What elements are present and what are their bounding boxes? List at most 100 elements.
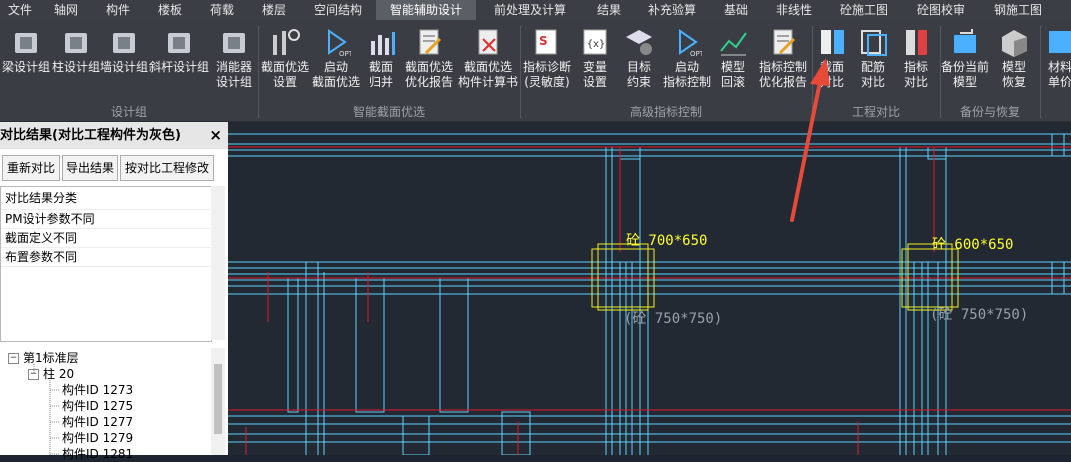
menu-concrete-review[interactable]: 砼图校审 bbox=[902, 0, 980, 20]
tree-leaf-member[interactable]: 构件ID 1279 bbox=[62, 430, 133, 446]
button-label: 柱设计组 bbox=[52, 60, 101, 74]
recompare-button[interactable]: 重新对比 bbox=[2, 155, 60, 181]
category-header: 对比结果分类 bbox=[1, 187, 211, 210]
list-item[interactable]: 布置参数不同 bbox=[1, 248, 211, 267]
column-group-icon bbox=[65, 33, 87, 53]
cad-viewport[interactable]: 砼 700*650 (砼 750*750) 砼 600*650 (砼 750*7… bbox=[228, 122, 1071, 455]
close-icon[interactable]: × bbox=[209, 122, 222, 149]
target-icon bbox=[626, 30, 652, 55]
menu-preprocess[interactable]: 前处理及计算 bbox=[476, 0, 584, 20]
index-compare-icon bbox=[906, 30, 927, 55]
target-constraint-button[interactable]: 目标 约束 bbox=[616, 24, 662, 104]
brace-design-group-button[interactable]: 斜杆设计组 bbox=[148, 24, 210, 104]
button-label: 备份当前 模型 bbox=[940, 60, 989, 89]
optimize-report-button[interactable]: 截面优选 优化报告 bbox=[402, 24, 456, 104]
button-label: 模型 回滚 bbox=[720, 60, 745, 89]
group-label-section-optimize: 智能截面优选 bbox=[352, 105, 425, 119]
compare-result-panel: 对比结果(对比工程构件为灰色) × 重新对比 导出结果 按对比工程修改 对比结果… bbox=[0, 122, 228, 461]
tree-leaf-member[interactable]: 构件ID 1273 bbox=[62, 382, 133, 398]
menu-steel-drawing[interactable]: 钢施工图 bbox=[980, 0, 1056, 20]
button-label: 指标 对比 bbox=[903, 60, 928, 89]
rebar-compare-button[interactable]: 配筋 对比 bbox=[852, 24, 894, 104]
export-results-button[interactable]: 导出结果 bbox=[62, 155, 118, 181]
section-optimize-settings-button[interactable]: 截面优选 设置 bbox=[258, 24, 312, 104]
menu-load[interactable]: 荷载 bbox=[196, 0, 248, 20]
index-diagnose-button[interactable]: S 指标诊断 (灵敏度) bbox=[520, 24, 574, 104]
button-label: 变量 设置 bbox=[582, 60, 607, 89]
beam-design-group-button[interactable]: 梁设计组 bbox=[0, 24, 52, 104]
button-label: 配筋 对比 bbox=[860, 60, 885, 89]
menu-slab[interactable]: 楼板 bbox=[144, 0, 196, 20]
menu-space-structure[interactable]: 空间结构 bbox=[300, 0, 376, 20]
bar-merge-icon bbox=[371, 32, 395, 55]
button-label: 截面优选 设置 bbox=[260, 60, 309, 89]
menu-floor[interactable]: 楼层 bbox=[248, 0, 300, 20]
menu-concrete-drawing[interactable]: 砼施工图 bbox=[826, 0, 902, 20]
svg-text:{x}: {x} bbox=[587, 39, 605, 50]
list-item[interactable]: 截面定义不同 bbox=[1, 229, 211, 248]
member-tree: − 第1标准层 − 柱 20 构件ID 1273 构件ID 1275 构件ID 12… bbox=[0, 348, 210, 461]
brace-group-icon bbox=[168, 33, 190, 53]
button-label: 墙设计组 bbox=[100, 60, 149, 74]
menu-results[interactable]: 结果 bbox=[584, 0, 634, 20]
opt-play-icon: OPT bbox=[328, 29, 351, 57]
opt-play-icon: OPT bbox=[679, 29, 702, 57]
menu-foundation[interactable]: 基础 bbox=[710, 0, 762, 20]
tree-lines bbox=[33, 364, 60, 455]
section-merge-button[interactable]: 截面 归并 bbox=[360, 24, 402, 104]
new-section-label: 砼 700*650 bbox=[626, 233, 708, 249]
start-section-optimize-button[interactable]: OPT 启动 截面优选 bbox=[312, 24, 360, 104]
diagnose-icon: S bbox=[535, 29, 557, 55]
button-label: 启动 指标控制 bbox=[662, 60, 711, 89]
variable-settings-button[interactable]: {x} 变量 设置 bbox=[574, 24, 616, 104]
backup-model-button[interactable]: 备份当前 模型 bbox=[940, 24, 990, 104]
button-label: 截面优选 构件计算书 bbox=[457, 60, 518, 89]
wall-group-icon bbox=[113, 33, 135, 53]
wall-design-group-button[interactable]: 墙设计组 bbox=[100, 24, 148, 104]
member-calc-book-button[interactable]: 截面优选 构件计算书 bbox=[456, 24, 520, 104]
old-section-label: (砼 750*750) bbox=[930, 307, 1029, 323]
model-rollback-button[interactable]: 模型 回滚 bbox=[712, 24, 754, 104]
column-design-group-button[interactable]: 柱设计组 bbox=[52, 24, 100, 104]
button-label: 消能器 设计组 bbox=[215, 60, 252, 89]
tree-leaf-member[interactable]: 构件ID 1281 bbox=[62, 446, 133, 462]
svg-text:OPT: OPT bbox=[690, 50, 702, 57]
category-scrollbar[interactable] bbox=[211, 186, 225, 340]
menu-nonlinear[interactable]: 非线性 bbox=[762, 0, 826, 20]
index-compare-button[interactable]: 指标 对比 bbox=[894, 24, 938, 104]
button-label: 梁设计组 bbox=[1, 60, 50, 74]
button-label: 启动 截面优选 bbox=[312, 60, 361, 89]
damper-design-group-button[interactable]: 消能器 设计组 bbox=[210, 24, 258, 104]
menu-supplement[interactable]: 补充验算 bbox=[634, 0, 710, 20]
damper-icon bbox=[223, 33, 245, 53]
report-icon bbox=[419, 29, 442, 55]
separator bbox=[520, 26, 521, 118]
beam-group-icon bbox=[15, 33, 37, 53]
material-price-button[interactable]: 材料 单价 bbox=[1040, 24, 1071, 104]
rollback-chart-icon bbox=[720, 32, 747, 56]
panel-title-text: 对比结果(对比工程构件为灰色) bbox=[0, 128, 181, 143]
separator bbox=[258, 26, 259, 118]
scrollbar-thumb[interactable] bbox=[214, 364, 222, 434]
button-label: 材料 单价 bbox=[1047, 60, 1071, 89]
menu-file[interactable]: 文件 bbox=[0, 0, 40, 20]
restore-icon bbox=[1002, 30, 1027, 57]
rebar-compare-icon bbox=[861, 30, 887, 56]
tree-leaf-member[interactable]: 构件ID 1277 bbox=[62, 414, 133, 430]
cad-drawing[interactable] bbox=[228, 122, 1071, 455]
menu-smart-design[interactable]: 智能辅助设计 bbox=[376, 0, 476, 20]
backup-icon bbox=[954, 29, 976, 53]
calc-book-icon bbox=[478, 29, 498, 55]
list-item[interactable]: PM设计参数不同 bbox=[1, 210, 211, 229]
restore-model-button[interactable]: 模型 恢复 bbox=[990, 24, 1038, 104]
old-section-label: (砼 750*750) bbox=[624, 311, 723, 327]
modify-by-compare-button[interactable]: 按对比工程修改 bbox=[120, 155, 214, 181]
svg-text:S: S bbox=[539, 34, 548, 48]
tree-scrollbar[interactable] bbox=[211, 348, 225, 455]
tree-leaf-member[interactable]: 构件ID 1275 bbox=[62, 398, 133, 414]
menu-axis[interactable]: 轴网 bbox=[40, 0, 92, 20]
variable-icon: {x} bbox=[583, 29, 607, 55]
start-index-control-button[interactable]: OPT 启动 指标控制 bbox=[662, 24, 712, 104]
menu-member[interactable]: 构件 bbox=[92, 0, 144, 20]
separator bbox=[1040, 26, 1041, 118]
